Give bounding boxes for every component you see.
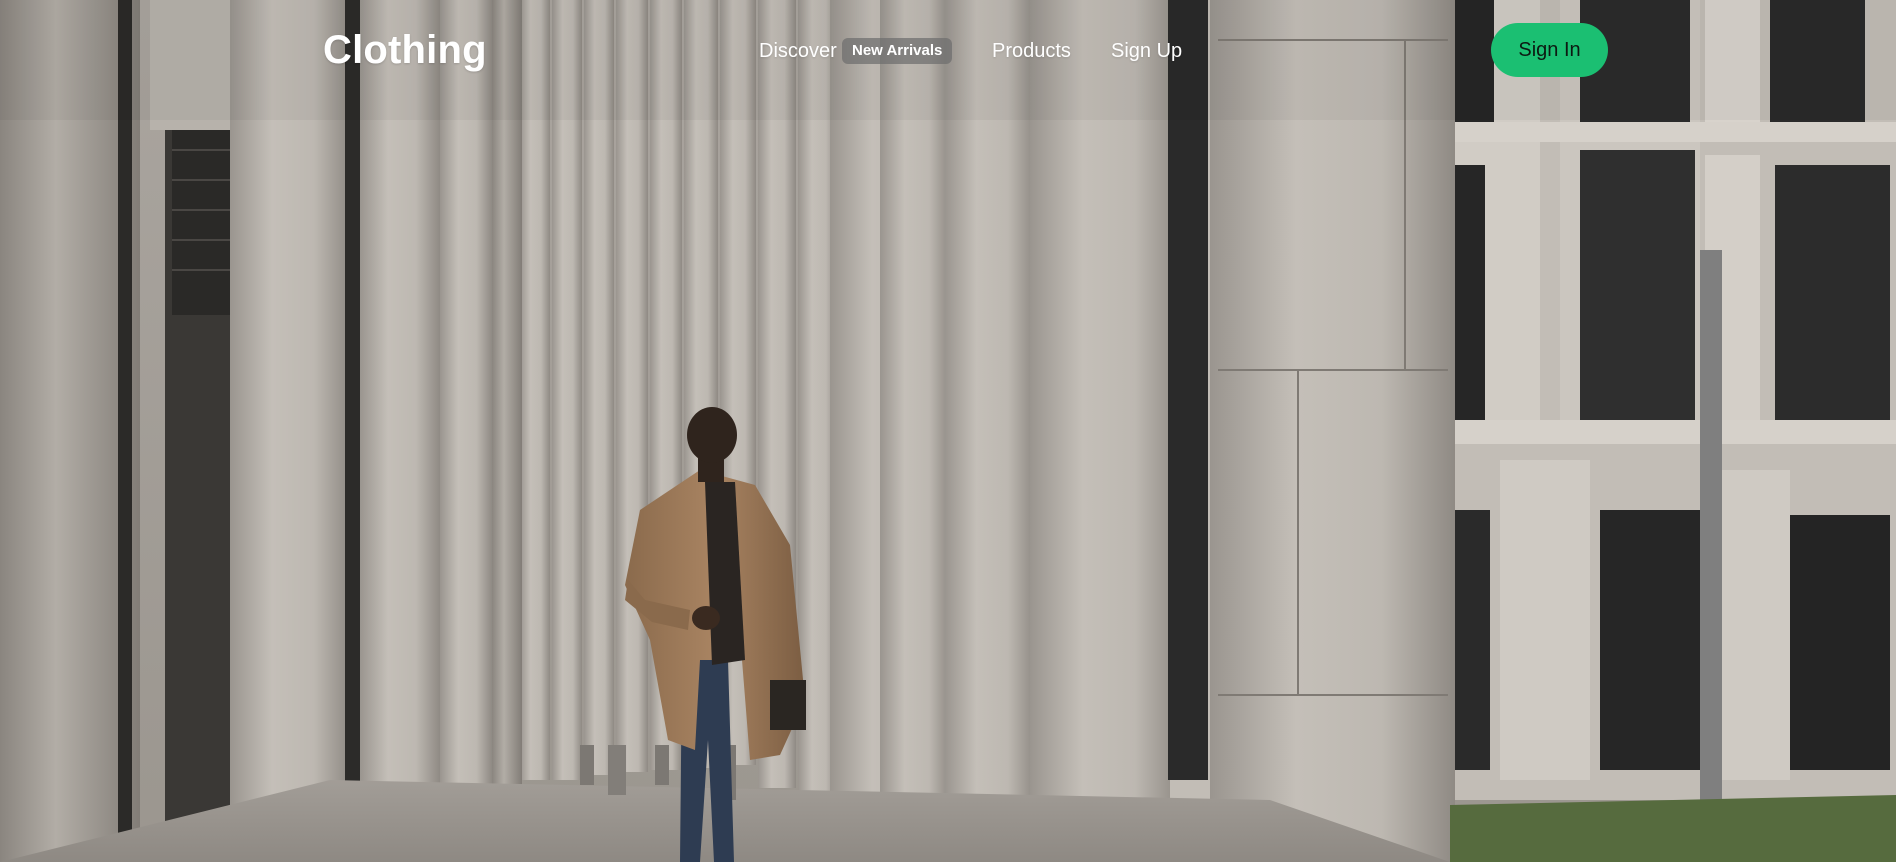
nav-products-link[interactable]: Products	[992, 38, 1071, 64]
hero-background-image	[0, 0, 1896, 862]
landing-page: Clothing Discover Products Sign Up New A…	[0, 0, 1896, 862]
nav-signup-link[interactable]: Sign Up	[1111, 38, 1182, 64]
brand-logo[interactable]: Clothing	[323, 26, 487, 74]
sign-in-button[interactable]: Sign In	[1491, 23, 1608, 77]
site-header: Clothing Discover Products Sign Up New A…	[0, 0, 1896, 100]
nav-discover-link[interactable]: Discover	[759, 38, 837, 64]
new-arrivals-badge[interactable]: New Arrivals	[842, 38, 953, 64]
